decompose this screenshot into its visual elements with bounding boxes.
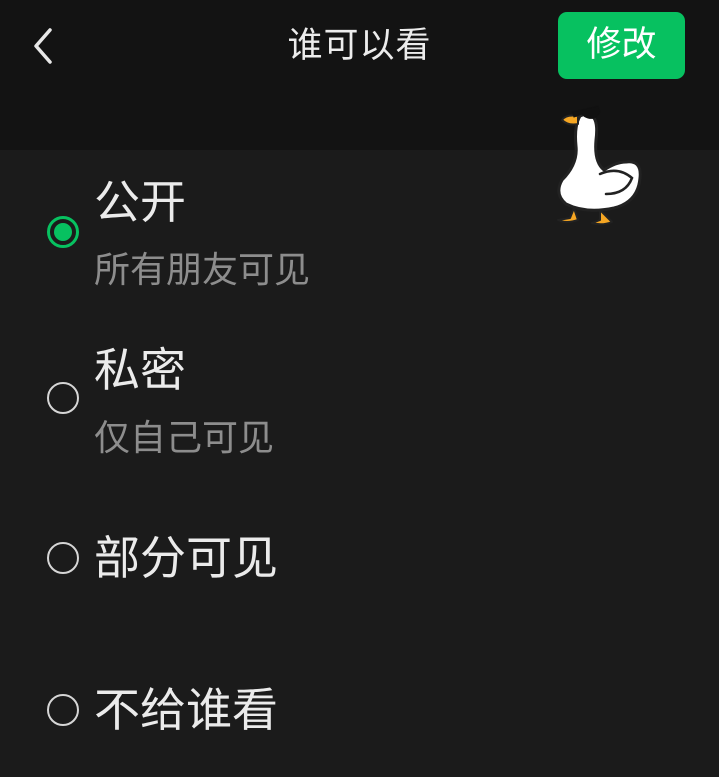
option-label: 公开: [94, 175, 186, 229]
option-private[interactable]: 私密 仅自己可见: [0, 336, 719, 466]
radio-unchecked-icon[interactable]: [47, 694, 79, 726]
option-description: 仅自己可见: [94, 418, 275, 459]
option-public[interactable]: 公开 所有朋友可见: [0, 168, 719, 298]
option-label: 部分可见: [94, 531, 278, 585]
modify-button[interactable]: 修改: [558, 12, 685, 79]
option-label: 私密: [94, 343, 186, 397]
radio-unchecked-icon[interactable]: [47, 382, 79, 414]
option-partial-visible[interactable]: 部分可见: [0, 528, 719, 592]
radio-unchecked-icon[interactable]: [47, 542, 79, 574]
option-label: 不给谁看: [94, 683, 278, 737]
option-description: 所有朋友可见: [94, 250, 311, 291]
option-hide-from[interactable]: 不给谁看: [0, 680, 719, 744]
radio-checked-icon[interactable]: [47, 216, 79, 248]
